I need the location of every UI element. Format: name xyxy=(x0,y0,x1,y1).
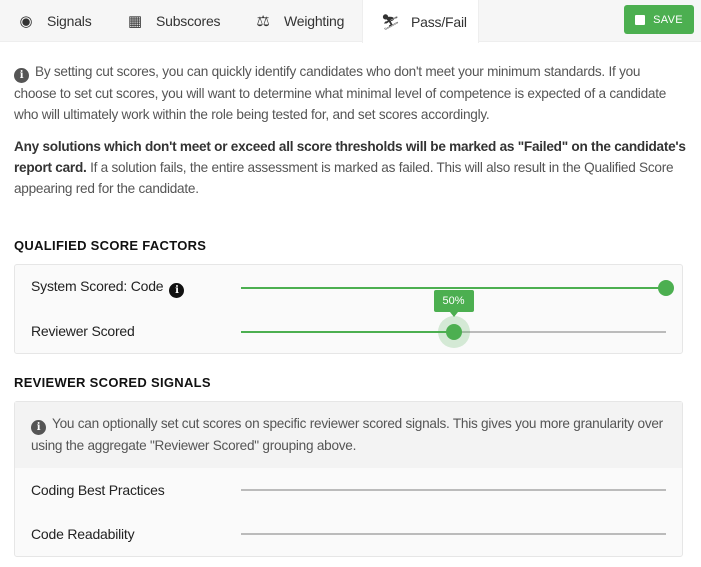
code-readability-label: Code Readability xyxy=(31,526,135,542)
tab-pass-fail[interactable]: ⛷ Pass/Fail xyxy=(362,0,479,43)
scale-icon: ⚖ xyxy=(256,13,270,30)
slider-thumb[interactable] xyxy=(445,324,462,340)
tab-bar: ◉ Signals ▦ Subscores ⚖ Weighting ⛷ Pass/Fai… xyxy=(0,0,701,43)
tab-weighting[interactable]: ⚖ Weighting xyxy=(254,0,344,42)
pass-fail-icon: ⛷ xyxy=(381,13,400,31)
tab-signals[interactable]: ◉ Signals xyxy=(17,0,92,42)
save-button[interactable]: SAVE xyxy=(624,5,694,34)
signal-icon: ◉ xyxy=(19,13,33,30)
fail-paragraph: Any solutions which don't meet or exceed… xyxy=(14,139,686,196)
coding-best-practices-slider[interactable] xyxy=(241,489,666,491)
reviewer-scored-label: Reviewer Scored xyxy=(31,323,135,339)
slider-thumb[interactable] xyxy=(658,280,674,296)
coding-best-practices-label: Coding Best Practices xyxy=(31,482,165,498)
intro-paragraph: i By setting cut scores, you can quickly … xyxy=(14,64,667,122)
reviewer-panel: i You can optionally set cut scores on sp… xyxy=(14,401,683,557)
code-readability-slider[interactable] xyxy=(241,533,666,535)
reviewer-heading: REVIEWER SCORED SIGNALS xyxy=(14,375,211,390)
info-icon[interactable]: i xyxy=(169,283,185,298)
info-icon: i xyxy=(31,420,46,435)
reviewer-info: i You can optionally set cut scores on sp… xyxy=(15,402,682,468)
qualified-panel: System Scored: Code i Reviewer Scored 50% xyxy=(14,264,683,354)
qualified-heading: QUALIFIED SCORE FACTORS xyxy=(14,238,207,253)
system-scored-label: System Scored: Code i xyxy=(31,278,185,298)
system-scored-slider[interactable] xyxy=(241,280,674,296)
reviewer-scored-slider[interactable]: 50% xyxy=(241,290,666,348)
abacus-icon: ▦ xyxy=(128,13,142,30)
slider-tooltip: 50% xyxy=(433,290,474,317)
tab-subscores[interactable]: ▦ Subscores xyxy=(126,0,221,42)
floppy-icon xyxy=(635,14,646,25)
info-icon: i xyxy=(14,68,29,83)
